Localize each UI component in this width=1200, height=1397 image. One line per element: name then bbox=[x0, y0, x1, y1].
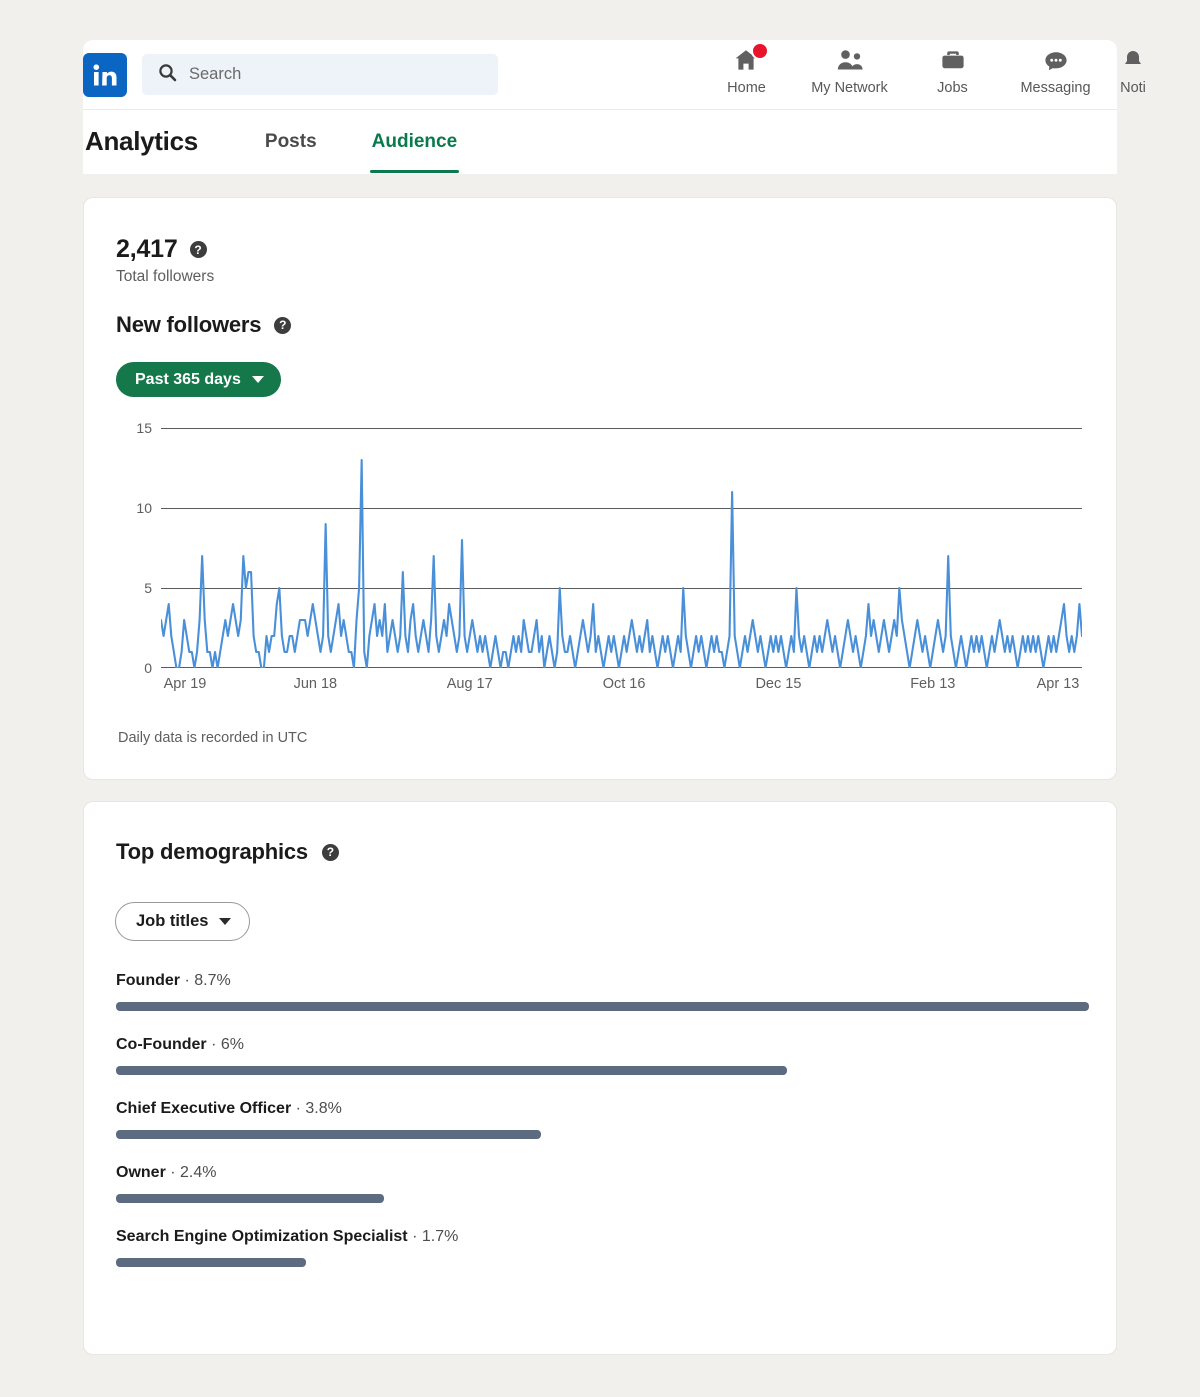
analytics-tab-row: Analytics Posts Audience bbox=[83, 110, 1117, 173]
demographics-title: Top demographics bbox=[116, 839, 308, 864]
demographics-row: Co-Founder · 6% bbox=[116, 1036, 1089, 1075]
demographics-row: Founder · 8.7% bbox=[116, 972, 1089, 1011]
demographics-row: Chief Executive Officer · 3.8% bbox=[116, 1100, 1089, 1139]
demographics-row-label: Co-Founder · 6% bbox=[116, 1036, 1089, 1054]
demographics-bar-track bbox=[116, 1258, 1089, 1267]
chart-x-tick-label: Feb 13 bbox=[910, 676, 956, 692]
nav-item-messaging-label: Messaging bbox=[1020, 80, 1091, 96]
help-icon[interactable]: ? bbox=[321, 843, 339, 861]
demographics-bar-track bbox=[116, 1194, 1089, 1203]
header-card: Search Home My Network Jobs Messaging No… bbox=[83, 40, 1146, 174]
nav-item-jobs-label: Jobs bbox=[937, 80, 968, 96]
search-placeholder: Search bbox=[189, 65, 242, 83]
demographics-bar-fill bbox=[116, 1066, 788, 1075]
demographics-card: Top demographics ? Job titles Founder · … bbox=[83, 801, 1117, 1355]
tab-posts[interactable]: Posts bbox=[265, 110, 317, 173]
chart-x-axis: Apr 19 Jun 18 Aug 17 Oct 16 Dec 15 Feb 13 Apr … bbox=[161, 676, 1082, 698]
demographics-bar-fill bbox=[116, 1130, 541, 1139]
nav-item-notifications[interactable]: Noti bbox=[1107, 40, 1159, 110]
nav-item-messaging[interactable]: Messaging bbox=[1004, 40, 1107, 110]
search-input[interactable]: Search bbox=[142, 54, 498, 95]
demographics-row-percent: · 2.4% bbox=[165, 1164, 217, 1181]
chart-plot-area bbox=[161, 428, 1082, 668]
notifications-bell-icon bbox=[1121, 48, 1145, 77]
total-followers-row: 2,417 ? bbox=[116, 235, 207, 264]
demographics-row-name: Founder bbox=[116, 972, 180, 989]
chevron-down-icon bbox=[251, 376, 264, 383]
demographics-bar-track bbox=[116, 1066, 1089, 1075]
chart-y-axis: 0 5 10 15 bbox=[116, 420, 152, 676]
chart-y-tick-label: 15 bbox=[136, 420, 152, 436]
search-icon bbox=[158, 63, 177, 87]
demographics-row-percent: · 3.8% bbox=[291, 1100, 342, 1117]
demographics-row-label: Founder · 8.7% bbox=[116, 972, 1089, 990]
demographics-filter-dropdown[interactable]: Job titles bbox=[115, 902, 251, 941]
demographics-row-name: Search Engine Optimization Specialist bbox=[116, 1228, 408, 1245]
demographics-row-name: Co-Founder bbox=[116, 1036, 207, 1053]
total-followers-value: 2,417 bbox=[116, 235, 178, 263]
my-network-icon bbox=[836, 48, 864, 77]
nav-item-home[interactable]: Home bbox=[695, 40, 798, 110]
linkedin-logo-icon[interactable] bbox=[83, 52, 127, 97]
demographics-filter-label: Job titles bbox=[136, 912, 209, 930]
demographics-row-label: Search Engine Optimization Specialist · … bbox=[116, 1228, 1089, 1246]
help-icon[interactable]: ? bbox=[189, 241, 207, 258]
demographics-row-percent: · 8.7% bbox=[180, 972, 231, 989]
chart-x-tick-label: Aug 17 bbox=[446, 676, 493, 692]
demographics-row-label: Owner · 2.4% bbox=[116, 1164, 1089, 1182]
date-range-dropdown[interactable]: Past 365 days bbox=[116, 362, 281, 397]
demographics-row: Search Engine Optimization Specialist · … bbox=[116, 1228, 1089, 1267]
chevron-down-icon bbox=[219, 918, 232, 925]
nav-items: Home My Network Jobs Messaging Noti bbox=[695, 40, 1159, 110]
demographics-row-percent: · 1.7% bbox=[407, 1228, 459, 1245]
messaging-icon bbox=[1043, 48, 1069, 77]
chart-x-tick-label: Oct 16 bbox=[602, 676, 646, 692]
page-title: Analytics bbox=[85, 126, 198, 156]
nav-item-my-network[interactable]: My Network bbox=[798, 40, 901, 110]
demographics-row-percent: · 6% bbox=[206, 1036, 244, 1053]
new-followers-chart: 0 5 10 15 Apr 19 Jun 18 Aug 17 Oct 16 Dec 15 Feb… bbox=[116, 420, 1086, 692]
new-followers-heading-row: New followers ? bbox=[116, 312, 292, 338]
demographics-row: Owner · 2.4% bbox=[116, 1164, 1089, 1203]
demographics-bar-fill bbox=[116, 1002, 1089, 1011]
linkedin-analytics-page: Search Home My Network Jobs Messaging No… bbox=[0, 0, 1200, 1397]
chart-x-tick-label: Dec 15 bbox=[755, 676, 802, 692]
nav-item-jobs[interactable]: Jobs bbox=[901, 40, 1004, 110]
followers-card: 2,417 ? Total followers New followers ? … bbox=[83, 197, 1117, 780]
chart-y-tick-label: 5 bbox=[144, 580, 152, 596]
total-followers-label: Total followers bbox=[116, 268, 215, 285]
nav-item-notifications-label: Noti bbox=[1120, 80, 1146, 96]
chart-x-tick-label: Apr 13 bbox=[1036, 676, 1080, 692]
demographics-list: Founder · 8.7% Co-Founder · 6% Chief Execu… bbox=[116, 972, 1089, 1267]
demographics-bar-fill bbox=[116, 1194, 385, 1203]
demographics-row-name: Owner bbox=[116, 1164, 166, 1181]
notification-badge bbox=[750, 42, 769, 60]
chart-x-tick-label: Apr 19 bbox=[163, 676, 207, 692]
global-navbar: Search Home My Network Jobs Messaging No… bbox=[83, 40, 1146, 110]
demographics-row-name: Chief Executive Officer bbox=[116, 1100, 292, 1117]
demographics-heading-row: Top demographics ? bbox=[116, 839, 339, 865]
date-range-label: Past 365 days bbox=[135, 370, 241, 388]
jobs-briefcase-icon bbox=[940, 48, 966, 77]
demographics-bar-track bbox=[116, 1130, 1089, 1139]
help-icon[interactable]: ? bbox=[274, 316, 292, 334]
demographics-row-label: Chief Executive Officer · 3.8% bbox=[116, 1100, 1089, 1118]
new-followers-title: New followers bbox=[116, 312, 262, 337]
demographics-bar-fill bbox=[116, 1258, 307, 1267]
chart-y-tick-label: 10 bbox=[136, 500, 152, 516]
chart-footnote: Daily data is recorded in UTC bbox=[118, 730, 308, 746]
chart-line-series bbox=[161, 458, 1082, 668]
demographics-bar-track bbox=[116, 1002, 1089, 1011]
chart-x-tick-label: Jun 18 bbox=[293, 676, 338, 692]
chart-y-tick-label: 0 bbox=[144, 660, 152, 676]
nav-item-home-label: Home bbox=[727, 80, 766, 96]
nav-item-my-network-label: My Network bbox=[811, 80, 888, 96]
tab-audience[interactable]: Audience bbox=[369, 110, 459, 173]
